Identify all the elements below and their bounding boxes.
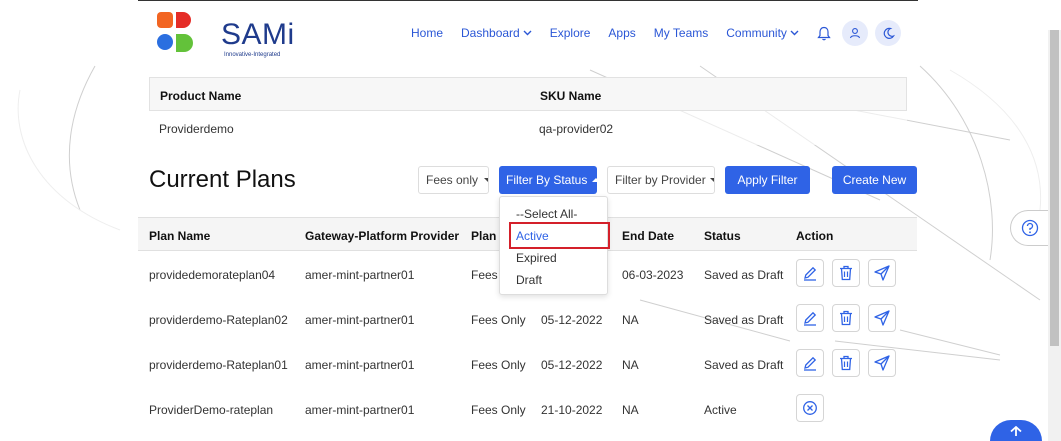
edit-icon[interactable] bbox=[796, 349, 824, 377]
provider-cell: amer-mint-partner01 bbox=[305, 403, 415, 417]
start-date-cell: 05-12-2022 bbox=[541, 313, 603, 327]
scrollbar-thumb[interactable] bbox=[1050, 30, 1059, 346]
nav-explore-label: Explore bbox=[549, 26, 591, 40]
page-title: Current Plans bbox=[149, 166, 296, 193]
product-table-header: Product Name SKU Name bbox=[149, 77, 907, 111]
nav-my-teams-label: My Teams bbox=[653, 26, 709, 40]
user-icon[interactable] bbox=[842, 20, 868, 46]
bell-icon[interactable] bbox=[811, 20, 837, 46]
status-filter-button[interactable]: Filter By Status bbox=[499, 166, 597, 194]
sku-name-value: qa-provider02 bbox=[539, 122, 614, 136]
sami-logo-mark bbox=[157, 12, 193, 52]
end-date-cell: 06-03-2023 bbox=[622, 268, 684, 282]
nav-community-label: Community bbox=[726, 26, 787, 40]
caret-down-icon bbox=[484, 178, 488, 182]
status-filter-label: Filter By Status bbox=[506, 173, 588, 187]
end-date-cell: NA bbox=[622, 403, 639, 417]
edit-icon[interactable] bbox=[796, 304, 824, 332]
moon-icon[interactable] bbox=[875, 20, 901, 46]
active-option-highlight bbox=[509, 222, 610, 249]
fees-filter-select[interactable]: Fees only bbox=[418, 166, 489, 194]
status-cell: Active bbox=[704, 403, 737, 417]
status-header: Status bbox=[704, 229, 741, 243]
apply-filter-button[interactable]: Apply Filter bbox=[725, 166, 810, 194]
fees-filter-label: Fees only bbox=[426, 173, 479, 187]
plan-type-cell: Fees Only bbox=[471, 403, 526, 417]
status-cell: Saved as Draft bbox=[704, 313, 784, 327]
send-icon[interactable] bbox=[868, 304, 896, 332]
plan-name-cell: providerdemo-Rateplan02 bbox=[149, 313, 288, 327]
caret-up-icon bbox=[592, 178, 597, 182]
provider-cell: amer-mint-partner01 bbox=[305, 313, 415, 327]
page-scrollbar[interactable] bbox=[1048, 30, 1061, 441]
table-row: providerdemo-Rateplan01 amer-mint-partne… bbox=[138, 341, 917, 386]
plan-name-header: Plan Name bbox=[149, 229, 211, 243]
gateway-provider-header: Gateway-Platform Provider bbox=[305, 229, 460, 243]
arrow-up-icon bbox=[1010, 426, 1022, 436]
brand-tagline: Innovative-Integrated bbox=[224, 52, 281, 58]
delete-icon[interactable] bbox=[832, 259, 860, 287]
plan-name-cell: providedemorateplan04 bbox=[149, 268, 276, 282]
delete-icon[interactable] bbox=[832, 304, 860, 332]
table-row: ProviderDemo-rateplan amer-mint-partner0… bbox=[138, 386, 917, 431]
nav-dashboard-label: Dashboard bbox=[461, 26, 520, 40]
chevron-down-icon bbox=[523, 28, 532, 38]
sku-name-header: SKU Name bbox=[540, 89, 602, 103]
table-row: providerdemo-Rateplan02 amer-mint-partne… bbox=[138, 296, 917, 341]
main-nav: Home Dashboard Explore Apps My Teams Com… bbox=[411, 26, 817, 40]
row-actions bbox=[796, 259, 904, 287]
help-icon[interactable] bbox=[1010, 210, 1048, 246]
plan-type-cell: Fees Only bbox=[471, 358, 526, 372]
chevron-down-icon bbox=[790, 28, 799, 38]
dropdown-option-select-all[interactable]: --Select All- bbox=[516, 207, 577, 221]
site-header: SAMi Innovative-Integrated Home Dashboar… bbox=[138, 1, 918, 65]
product-name-value: Providerdemo bbox=[159, 122, 234, 136]
send-icon[interactable] bbox=[868, 259, 896, 287]
top-border bbox=[138, 0, 918, 1]
end-date-cell: NA bbox=[622, 313, 639, 327]
nav-apps[interactable]: Apps bbox=[608, 26, 635, 40]
product-row: Providerdemo qa-provider02 bbox=[149, 111, 907, 145]
plan-name-cell: ProviderDemo-rateplan bbox=[149, 403, 274, 417]
row-actions bbox=[796, 349, 904, 377]
status-cell: Saved as Draft bbox=[704, 268, 784, 282]
end-date-header: End Date bbox=[622, 229, 675, 243]
provider-filter-select[interactable]: Filter by Provider bbox=[607, 166, 715, 194]
product-table: Product Name SKU Name Providerdemo qa-pr… bbox=[149, 77, 907, 145]
nav-dashboard[interactable]: Dashboard bbox=[461, 26, 532, 40]
provider-filter-label: Filter by Provider bbox=[615, 173, 706, 187]
provider-cell: amer-mint-partner01 bbox=[305, 358, 415, 372]
nav-apps-label: Apps bbox=[608, 26, 636, 40]
start-date-cell: 21-10-2022 bbox=[541, 403, 603, 417]
nav-my-teams[interactable]: My Teams bbox=[654, 26, 708, 40]
status-cell: Saved as Draft bbox=[704, 358, 784, 372]
edit-icon[interactable] bbox=[796, 259, 824, 287]
nav-explore[interactable]: Explore bbox=[550, 26, 591, 40]
action-header: Action bbox=[796, 229, 834, 243]
end-date-cell: NA bbox=[622, 358, 639, 372]
sami-logo[interactable]: SAMi Innovative-Integrated bbox=[154, 12, 294, 58]
row-actions bbox=[796, 304, 904, 332]
caret-down-icon bbox=[709, 178, 714, 182]
cancel-icon[interactable] bbox=[796, 394, 824, 422]
dropdown-option-draft[interactable]: Draft bbox=[516, 273, 542, 287]
brand-name: SAMi bbox=[221, 18, 295, 51]
plan-name-cell: providerdemo-Rateplan01 bbox=[149, 358, 288, 372]
nav-home-label: Home bbox=[411, 26, 444, 40]
send-icon[interactable] bbox=[868, 349, 896, 377]
nav-home[interactable]: Home bbox=[411, 26, 443, 40]
plan-type-cell: Fees Only bbox=[471, 313, 526, 327]
product-name-header: Product Name bbox=[160, 89, 242, 103]
dropdown-option-expired[interactable]: Expired bbox=[516, 251, 557, 265]
row-actions bbox=[796, 394, 832, 422]
create-new-button[interactable]: Create New bbox=[832, 166, 917, 194]
nav-community[interactable]: Community bbox=[726, 26, 799, 40]
delete-icon[interactable] bbox=[832, 349, 860, 377]
start-date-cell: 05-12-2022 bbox=[541, 358, 603, 372]
provider-cell: amer-mint-partner01 bbox=[305, 268, 415, 282]
